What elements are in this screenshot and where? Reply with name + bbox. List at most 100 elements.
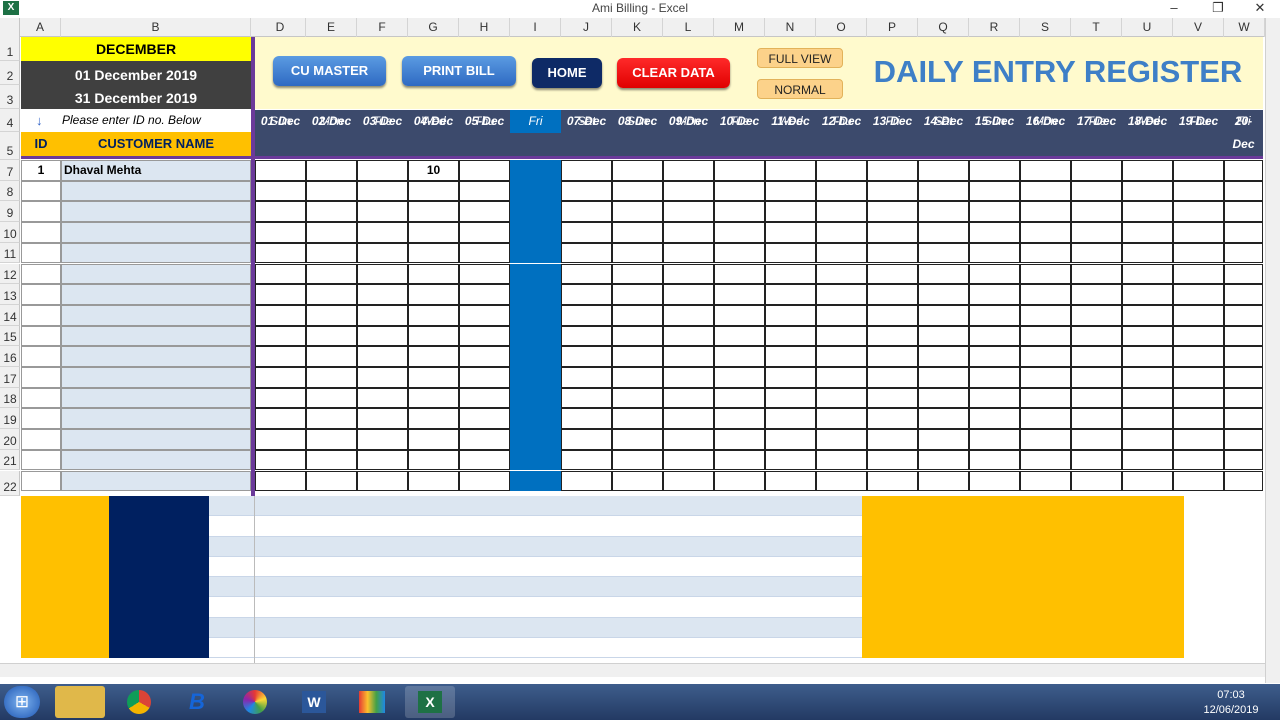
name-cell[interactable] [61, 387, 251, 409]
entry-cell[interactable] [1122, 222, 1173, 243]
entry-cell[interactable] [1122, 346, 1173, 367]
entry-cell[interactable] [816, 180, 867, 202]
entry-cell[interactable] [918, 180, 969, 202]
entry-cell[interactable] [561, 429, 612, 450]
entry-cell[interactable] [867, 304, 918, 326]
entry-cell[interactable] [714, 180, 765, 202]
entry-cell[interactable] [306, 367, 357, 388]
entry-cell[interactable] [459, 470, 510, 492]
entry-cell[interactable] [714, 387, 765, 409]
name-cell[interactable] [61, 325, 251, 347]
entry-cell[interactable] [714, 325, 765, 347]
entry-cell[interactable] [408, 346, 459, 367]
row-header-19[interactable]: 19 [0, 408, 20, 430]
entry-cell[interactable] [969, 367, 1020, 388]
entry-cell[interactable] [357, 263, 408, 285]
entry-cell[interactable] [561, 284, 612, 305]
entry-cell[interactable] [714, 367, 765, 388]
cu-master-button[interactable]: CU MASTER [273, 56, 386, 86]
entry-cell[interactable] [510, 222, 561, 243]
photos-icon[interactable] [230, 686, 280, 718]
entry-cell[interactable] [306, 222, 357, 243]
entry-cell[interactable] [459, 242, 510, 264]
entry-cell[interactable] [1020, 160, 1071, 181]
entry-cell[interactable] [408, 242, 459, 264]
entry-cell[interactable] [1071, 387, 1122, 409]
entry-cell[interactable] [1173, 387, 1224, 409]
entry-cell[interactable] [255, 408, 306, 430]
column-header-a[interactable]: A [20, 18, 61, 37]
entry-cell[interactable] [663, 160, 714, 181]
entry-cell[interactable] [663, 180, 714, 202]
entry-cell[interactable] [816, 449, 867, 471]
entry-cell[interactable] [969, 242, 1020, 264]
entry-cell[interactable] [1020, 242, 1071, 264]
entry-cell[interactable] [918, 242, 969, 264]
name-cell[interactable] [61, 242, 251, 264]
entry-cell[interactable] [714, 449, 765, 471]
entry-cell[interactable] [357, 160, 408, 181]
entry-cell[interactable] [1020, 429, 1071, 450]
entry-cell[interactable] [510, 470, 561, 492]
entry-cell[interactable] [1224, 263, 1263, 285]
entry-cell[interactable] [510, 367, 561, 388]
entry-cell[interactable] [1173, 470, 1224, 492]
entry-cell[interactable] [561, 180, 612, 202]
entry-cell[interactable] [765, 160, 816, 181]
row-header-20[interactable]: 20 [0, 429, 20, 450]
entry-cell[interactable] [918, 367, 969, 388]
entry-cell[interactable] [1173, 367, 1224, 388]
entry-cell[interactable] [663, 242, 714, 264]
entry-cell[interactable] [969, 449, 1020, 471]
entry-cell[interactable] [1122, 325, 1173, 347]
id-cell[interactable] [21, 304, 61, 326]
entry-cell[interactable] [1020, 284, 1071, 305]
entry-cell[interactable] [255, 367, 306, 388]
entry-cell[interactable] [1071, 180, 1122, 202]
entry-cell[interactable] [1224, 304, 1263, 326]
entry-cell[interactable] [816, 263, 867, 285]
entry-cell[interactable] [1224, 429, 1263, 450]
entry-cell[interactable] [663, 304, 714, 326]
entry-cell[interactable] [1173, 429, 1224, 450]
entry-cell[interactable] [408, 449, 459, 471]
entry-cell[interactable] [255, 470, 306, 492]
entry-cell[interactable] [816, 429, 867, 450]
clock-time[interactable]: 07:03 [1196, 688, 1266, 702]
entry-cell[interactable] [1122, 284, 1173, 305]
row-header-7[interactable]: 7 [0, 160, 20, 181]
entry-cell[interactable] [765, 180, 816, 202]
entry-cell[interactable] [765, 242, 816, 264]
entry-cell[interactable] [612, 304, 663, 326]
entry-cell[interactable] [816, 222, 867, 243]
entry-cell[interactable] [867, 408, 918, 430]
entry-cell[interactable] [918, 387, 969, 409]
entry-cell[interactable] [357, 180, 408, 202]
home-button[interactable]: HOME [532, 58, 602, 88]
entry-cell[interactable] [510, 180, 561, 202]
entry-cell[interactable] [1020, 304, 1071, 326]
column-header-w[interactable]: W [1224, 18, 1265, 37]
entry-cell[interactable] [1020, 367, 1071, 388]
entry-cell[interactable] [1071, 304, 1122, 326]
column-header-q[interactable]: Q [918, 18, 969, 37]
column-header-m[interactable]: M [714, 18, 765, 37]
entry-cell[interactable] [969, 222, 1020, 243]
id-cell[interactable] [21, 367, 61, 388]
entry-cell[interactable] [1224, 408, 1263, 430]
clear-data-button[interactable]: CLEAR DATA [617, 58, 730, 88]
id-cell[interactable] [21, 325, 61, 347]
entry-cell[interactable] [1173, 304, 1224, 326]
vertical-scrollbar[interactable] [1265, 18, 1280, 683]
entry-cell[interactable] [1173, 180, 1224, 202]
entry-cell[interactable] [969, 160, 1020, 181]
entry-cell[interactable] [765, 201, 816, 223]
entry-cell[interactable] [1071, 242, 1122, 264]
entry-cell[interactable] [459, 304, 510, 326]
entry-cell[interactable] [612, 222, 663, 243]
entry-cell[interactable] [612, 429, 663, 450]
entry-cell[interactable] [612, 346, 663, 367]
entry-cell[interactable] [969, 408, 1020, 430]
entry-cell[interactable] [867, 222, 918, 243]
entry-cell[interactable] [969, 429, 1020, 450]
